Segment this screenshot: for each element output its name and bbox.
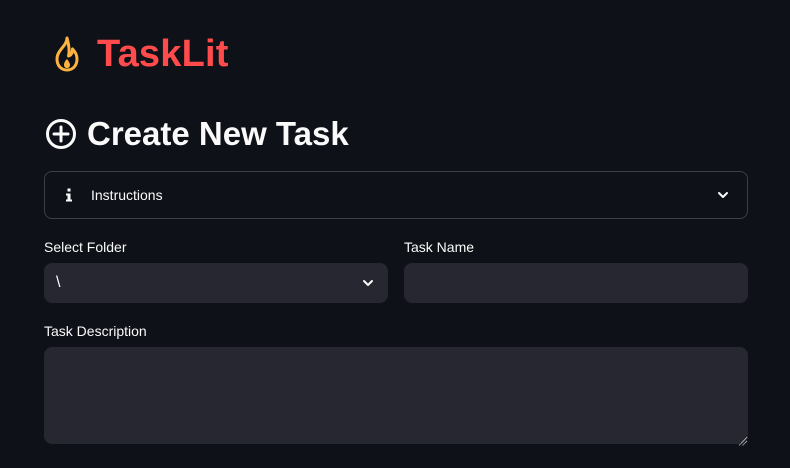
select-folder-label: Select Folder: [44, 239, 127, 255]
instructions-expander[interactable]: Instructions: [44, 171, 748, 219]
task-description-label: Task Description: [44, 323, 147, 339]
chevron-down-icon[interactable]: [360, 275, 376, 291]
fire-icon: [50, 34, 84, 74]
instructions-label: Instructions: [91, 187, 163, 203]
task-description-textarea[interactable]: [44, 347, 748, 444]
folder-select[interactable]: \: [44, 263, 388, 303]
add-circle-icon: [44, 117, 78, 151]
app-brand: TaskLit: [50, 30, 229, 78]
app-title: TaskLit: [97, 32, 229, 75]
page-title: Create New Task: [44, 112, 349, 156]
app-root: TaskLit Create New Task Instructions Sel…: [0, 0, 790, 468]
info-icon: [63, 187, 75, 203]
folder-select-value: \: [56, 274, 61, 291]
resize-handle-icon[interactable]: [738, 433, 746, 446]
page-title-text: Create New Task: [87, 115, 349, 152]
chevron-down-icon[interactable]: [715, 187, 731, 203]
task-name-label: Task Name: [404, 239, 475, 255]
task-name-input[interactable]: [404, 263, 748, 303]
